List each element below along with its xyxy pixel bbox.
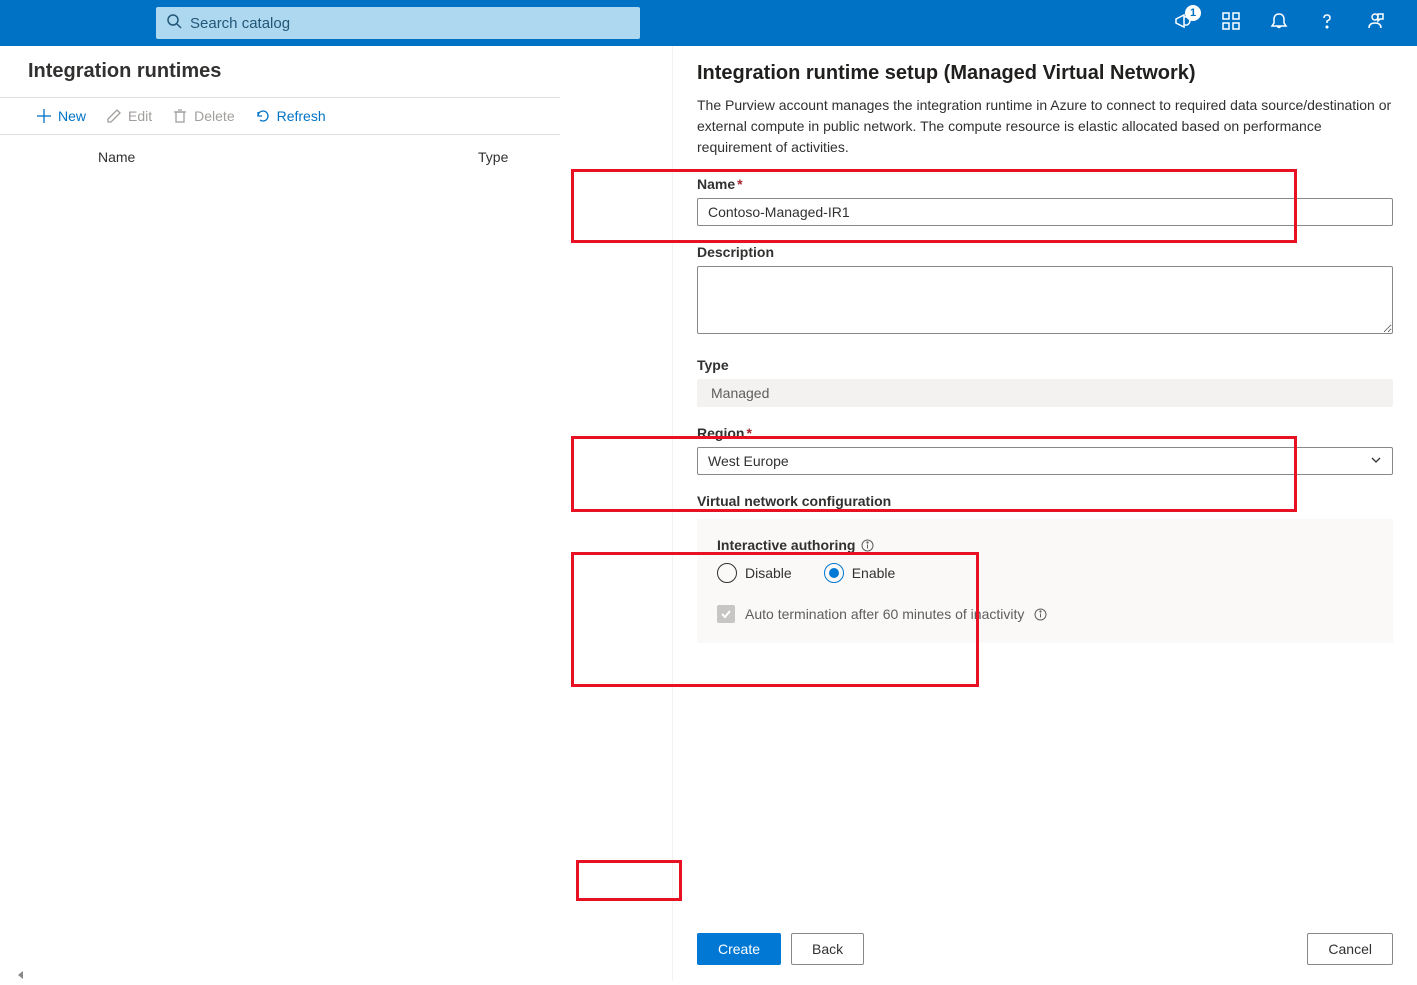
help-icon[interactable] [1317, 11, 1337, 36]
notification-badge: 1 [1185, 5, 1201, 21]
new-button[interactable]: New [36, 108, 86, 124]
description-label: Description [697, 244, 1393, 260]
radio-circle-icon [717, 563, 737, 583]
col-type[interactable]: Type [478, 149, 508, 165]
create-button[interactable]: Create [697, 933, 781, 965]
search-icon [166, 13, 182, 34]
new-label: New [58, 108, 86, 124]
top-header: 1 [0, 0, 1417, 46]
info-icon[interactable] [861, 539, 874, 552]
type-value: Managed [697, 379, 1393, 407]
name-input[interactable] [697, 198, 1393, 226]
radio-enable-label: Enable [852, 565, 896, 581]
toolbar: New Edit Delete Refresh [0, 98, 560, 135]
feedback-icon[interactable] [1365, 11, 1385, 36]
col-name[interactable]: Name [98, 149, 478, 165]
refresh-button[interactable]: Refresh [255, 108, 326, 124]
table-header: Name Type [0, 135, 560, 179]
auto-termination-label: Auto termination after 60 minutes of ina… [745, 606, 1024, 622]
radio-group: Disable Enable [717, 563, 1373, 583]
bell-icon[interactable] [1269, 11, 1289, 36]
left-pane: Integration runtimes New Edit Delete Ref… [0, 46, 560, 179]
megaphone-icon[interactable]: 1 [1173, 11, 1193, 36]
header-icons: 1 [1173, 11, 1385, 36]
description-group: Description [697, 244, 1393, 339]
grid-icon[interactable] [1221, 11, 1241, 36]
panel-title: Integration runtime setup (Managed Virtu… [697, 62, 1393, 85]
search-input[interactable] [190, 15, 630, 32]
region-select[interactable]: West Europe [697, 447, 1393, 475]
highlight-create [576, 860, 682, 901]
vnet-label: Virtual network configuration [697, 493, 1393, 509]
name-label: Name* [697, 176, 1393, 192]
radio-enable[interactable]: Enable [824, 563, 896, 583]
scroll-left-icon[interactable] [16, 967, 42, 977]
type-label: Type [697, 357, 1393, 373]
refresh-label: Refresh [277, 108, 326, 124]
auto-termination-row: Auto termination after 60 minutes of ina… [717, 605, 1373, 623]
auto-termination-checkbox [717, 605, 735, 623]
delete-button: Delete [172, 108, 234, 124]
panel-footer: Create Back Cancel [697, 933, 1393, 965]
setup-panel: Integration runtime setup (Managed Virtu… [672, 46, 1417, 981]
region-group: Region* West Europe [697, 425, 1393, 475]
type-group: Type Managed [697, 357, 1393, 407]
vnet-config-box: Interactive authoring Disable Enable Aut… [697, 519, 1393, 643]
edit-label: Edit [128, 108, 152, 124]
back-button[interactable]: Back [791, 933, 864, 965]
panel-description: The Purview account manages the integrat… [697, 95, 1393, 158]
interactive-authoring-label: Interactive authoring [717, 537, 1373, 553]
description-input[interactable] [697, 266, 1393, 334]
region-value: West Europe [708, 453, 789, 469]
radio-circle-selected-icon [824, 563, 844, 583]
chevron-down-icon [1370, 453, 1382, 469]
cancel-button[interactable]: Cancel [1307, 933, 1393, 965]
radio-disable-label: Disable [745, 565, 792, 581]
delete-label: Delete [194, 108, 234, 124]
search-box[interactable] [156, 7, 640, 39]
radio-disable[interactable]: Disable [717, 563, 792, 583]
region-label: Region* [697, 425, 1393, 441]
edit-button: Edit [106, 108, 152, 124]
info-icon[interactable] [1034, 608, 1047, 621]
page-title: Integration runtimes [0, 46, 560, 97]
name-group: Name* [697, 176, 1393, 226]
